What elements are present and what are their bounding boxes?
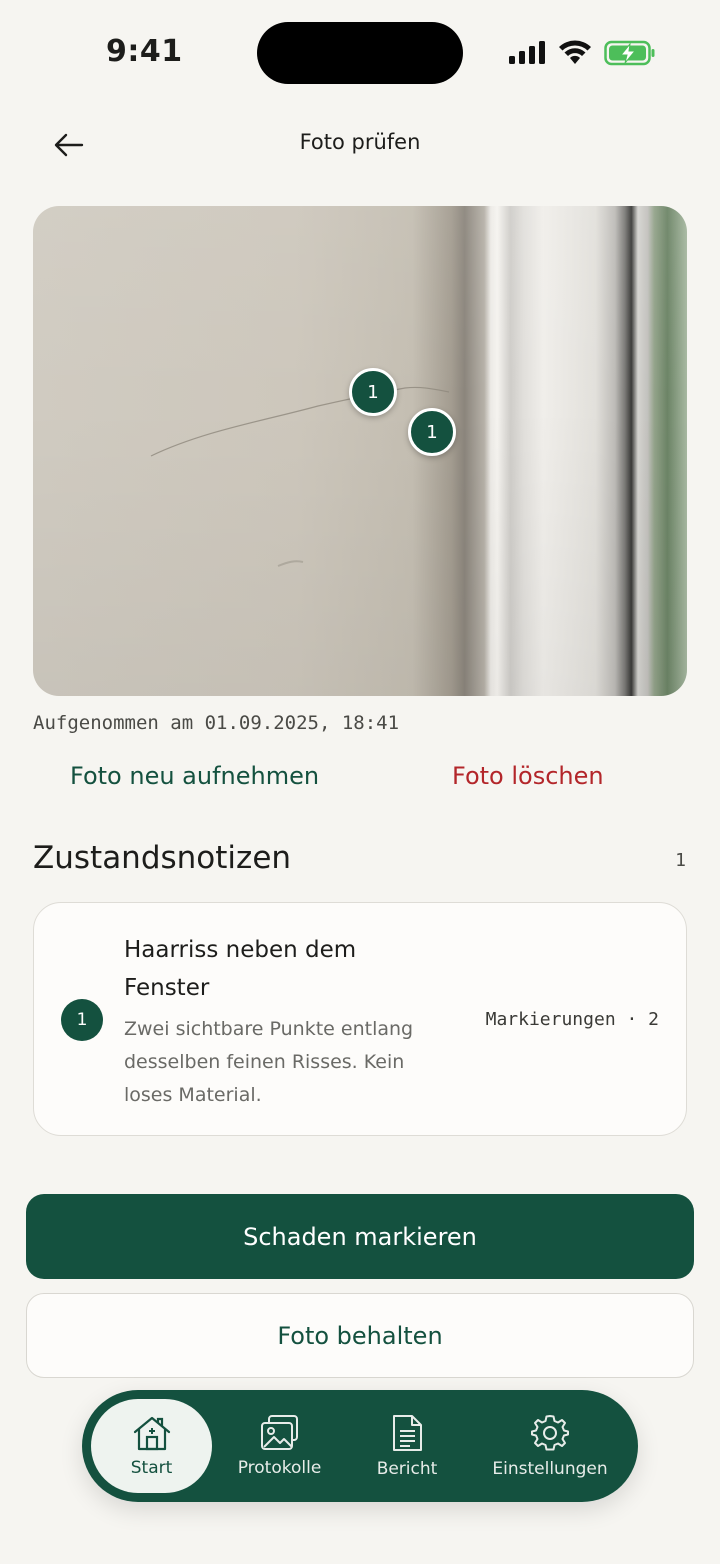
note-marker-count: Markierungen · 2 <box>485 1009 659 1030</box>
damage-marker[interactable]: 1 <box>408 408 456 456</box>
photos-icon <box>260 1415 298 1450</box>
retake-photo-button[interactable]: Foto neu aufnehmen <box>70 762 319 790</box>
mark-damage-button[interactable]: Schaden markieren <box>26 1194 694 1279</box>
document-icon <box>393 1415 422 1451</box>
nav-item-protokolle[interactable]: Protokolle <box>222 1399 337 1493</box>
house-icon <box>133 1416 170 1451</box>
dynamic-island <box>257 22 463 84</box>
keep-photo-button[interactable]: Foto behalten <box>26 1293 694 1378</box>
nav-item-einstellungen[interactable]: Einstellungen <box>482 1399 618 1493</box>
nav-label: Einstellungen <box>492 1459 608 1479</box>
wifi-icon <box>559 40 591 64</box>
delete-photo-button[interactable]: Foto löschen <box>452 762 604 790</box>
notes-count: 1 <box>675 850 686 871</box>
page-title: Foto prüfen <box>299 130 421 154</box>
app-header: Foto prüfen <box>0 110 720 180</box>
bottom-navigation: Start Protokolle Bericht Einstellungen <box>82 1390 638 1502</box>
status-bar: 9:41 <box>0 0 720 100</box>
crack-line <box>150 386 450 567</box>
photo-timestamp: Aufgenommen am 01.09.2025, 18:41 <box>33 712 400 734</box>
screen: 9:41 Foto prüfen 1 1 Aufgenommen am 01.0… <box>0 0 720 1564</box>
status-time: 9:41 <box>106 34 183 69</box>
nav-label: Protokolle <box>237 1458 322 1478</box>
damage-photo[interactable]: 1 1 <box>33 206 687 696</box>
notes-heading: Zustandsnotizen <box>33 840 292 876</box>
damage-marker[interactable]: 1 <box>349 368 397 416</box>
nav-label: Bericht <box>376 1459 438 1479</box>
note-description: Zwei sichtbare Punkte entlang desselben … <box>124 1018 414 1106</box>
gear-icon <box>531 1415 569 1451</box>
note-number-badge: 1 <box>61 999 103 1041</box>
status-icons <box>508 36 656 70</box>
nav-item-start[interactable]: Start <box>91 1399 212 1493</box>
nav-item-bericht[interactable]: Bericht <box>354 1399 460 1493</box>
battery-charging-icon <box>604 40 655 66</box>
cellular-signal-icon <box>509 41 545 64</box>
note-title: Haarriss neben dem Fenster <box>124 937 357 1001</box>
nav-label: Start <box>130 1458 173 1478</box>
note-card[interactable]: 1 Haarriss neben dem Fenster Zwei sichtb… <box>33 902 687 1136</box>
